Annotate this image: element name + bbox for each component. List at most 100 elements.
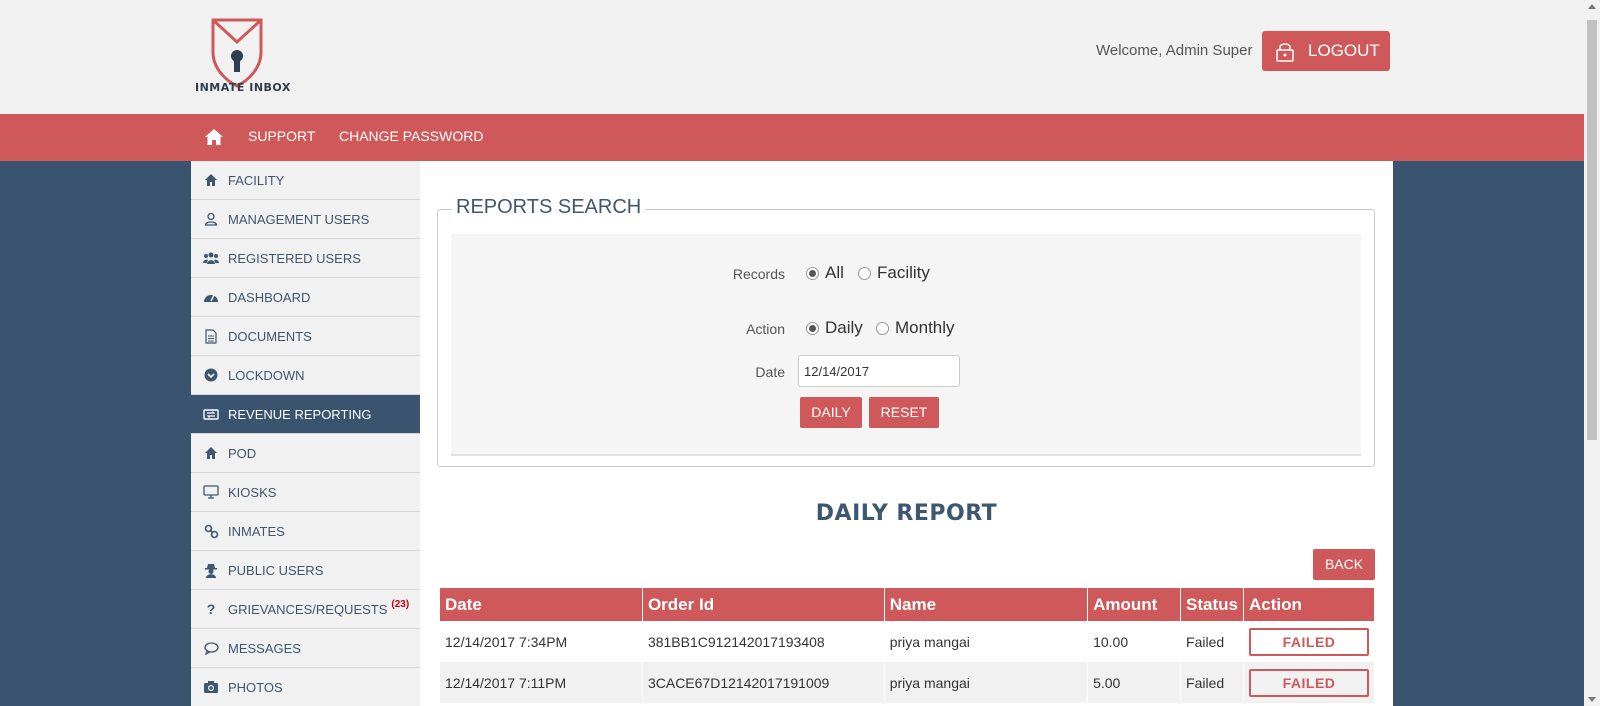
cell-amount: 10.00 [1087, 621, 1182, 662]
logout-button[interactable]: LOGOUT [1262, 31, 1390, 71]
sidebar-item-label: DASHBOARD [228, 289, 311, 305]
records-label: Records [732, 266, 785, 282]
radio-label: Facility [877, 263, 930, 282]
sidebar-item-label: GRIEVANCES/REQUESTS [228, 601, 388, 617]
sidebar-item-label: LOCKDOWN [228, 367, 305, 383]
logo-text: INMATE INBOX [195, 81, 291, 94]
sidebar-item-kiosks[interactable]: KIOSKS [191, 473, 420, 512]
date-input[interactable] [798, 355, 960, 387]
sidebar-item-label: REGISTERED USERS [228, 250, 361, 266]
link-icon [203, 523, 219, 539]
user-icon [203, 211, 219, 227]
sidebar-item-label: MANAGEMENT USERS [228, 211, 370, 227]
count-badge: (23) [391, 598, 410, 610]
column-header-name[interactable]: Name [884, 588, 1089, 621]
radio-label: Monthly [895, 318, 955, 337]
sidebar-item-management-users[interactable]: MANAGEMENT USERS [191, 200, 420, 239]
action-daily-radio[interactable]: Daily [806, 318, 863, 338]
cell-name: priya mangai [884, 621, 1089, 662]
monitor-icon [203, 484, 219, 500]
radio-dot [806, 321, 819, 335]
sidebar-item-inmates[interactable]: INMATES [191, 512, 420, 551]
document-icon [203, 328, 219, 344]
chevron-circle-icon [203, 367, 219, 383]
chat-icon [203, 640, 219, 656]
radio-dot [876, 321, 889, 335]
radio-dot [858, 266, 871, 280]
user-secret-icon [203, 562, 219, 578]
column-header-status[interactable]: Status [1180, 588, 1244, 621]
home-icon[interactable] [203, 126, 225, 148]
sidebar-item-facility[interactable]: FACILITY [191, 161, 420, 200]
sidebar-item-label: FACILITY [228, 172, 285, 188]
cell-action: FAILED [1243, 621, 1375, 662]
sidebar-item-dashboard[interactable]: DASHBOARD [191, 278, 420, 317]
scroll-thumb[interactable] [1587, 20, 1597, 440]
reports-search-legend: REPORTS SEARCH [452, 196, 646, 219]
column-header-order-id[interactable]: Order Id [642, 588, 885, 621]
cell-date: 12/14/2017 7:11PM [440, 662, 643, 703]
exchange-icon [203, 406, 219, 422]
sidebar-item-grievances-requests[interactable]: ? GRIEVANCES/REQUESTS (23) [191, 590, 420, 629]
sidebar-item-label: MESSAGES [228, 640, 301, 656]
sidebar-item-pod[interactable]: POD [191, 434, 420, 473]
records-facility-radio[interactable]: Facility [858, 263, 930, 283]
lock-icon [1276, 43, 1294, 62]
sidebar-item-label: KIOSKS [228, 484, 277, 500]
main-content: REPORTS SEARCH Records All Facility Acti… [420, 161, 1393, 706]
sidebar-item-registered-users[interactable]: REGISTERED USERS [191, 239, 420, 278]
failed-button[interactable]: FAILED [1249, 627, 1369, 656]
sidebar-item-label: REVENUE REPORTING [228, 406, 372, 422]
dashboard-icon [203, 289, 219, 305]
home-icon [203, 445, 219, 461]
column-header-action[interactable]: Action [1243, 588, 1375, 621]
home-icon [203, 172, 219, 188]
cell-status: Failed [1180, 621, 1244, 662]
failed-button[interactable]: FAILED [1249, 668, 1369, 697]
column-header-amount[interactable]: Amount [1087, 588, 1182, 621]
cell-date: 12/14/2017 7:34PM [440, 621, 643, 662]
sidebar-item-lockdown[interactable]: LOCKDOWN [191, 356, 420, 395]
report-table: Date Order Id Name Amount Status Action … [440, 588, 1375, 703]
report-title: DAILY REPORT [815, 501, 998, 526]
welcome-text: Welcome, Admin Super [1096, 42, 1253, 59]
nav-support-link[interactable]: SUPPORT [248, 128, 315, 144]
cell-amount: 5.00 [1087, 662, 1182, 703]
sidebar-item-documents[interactable]: DOCUMENTS [191, 317, 420, 356]
sidebar: FACILITY MANAGEMENT USERS REGISTERED USE… [191, 161, 420, 706]
sidebar-item-revenue-reporting[interactable]: REVENUE REPORTING [191, 395, 420, 434]
sidebar-item-label: INMATES [228, 523, 285, 539]
sidebar-item-label: DOCUMENTS [228, 328, 312, 344]
nav-change-password-link[interactable]: CHANGE PASSWORD [339, 128, 483, 144]
radio-label: Daily [825, 318, 863, 337]
sidebar-item-label: PUBLIC USERS [228, 562, 324, 578]
column-header-date[interactable]: Date [440, 588, 643, 621]
question-icon: ? [206, 601, 216, 617]
records-all-radio[interactable]: All [806, 263, 844, 283]
scroll-up-arrow-icon[interactable] [1588, 4, 1596, 9]
action-monthly-radio[interactable]: Monthly [876, 318, 955, 338]
sidebar-item-label: PHOTOS [228, 679, 283, 695]
top-navbar: SUPPORT CHANGE PASSWORD [0, 114, 1584, 161]
cell-status: Failed [1180, 662, 1244, 703]
sidebar-item-label: POD [228, 445, 257, 461]
sidebar-item-messages[interactable]: MESSAGES [191, 629, 420, 668]
scroll-down-arrow-icon[interactable] [1588, 697, 1596, 702]
daily-button[interactable]: DAILY [800, 397, 862, 428]
reset-button[interactable]: RESET [869, 397, 939, 428]
cell-order-id: 381BB1C912142017193408 [642, 621, 885, 662]
sidebar-item-public-users[interactable]: PUBLIC USERS [191, 551, 420, 590]
back-button[interactable]: BACK [1313, 549, 1375, 580]
page-scrollbar[interactable] [1584, 0, 1600, 706]
action-label: Action [746, 321, 785, 337]
table-row: 12/14/2017 7:34PM 381BB1C912142017193408… [440, 621, 1375, 662]
search-form: Records All Facility Action Daily Monthl… [451, 234, 1361, 456]
sidebar-item-photos[interactable]: PHOTOS [191, 668, 420, 706]
cell-order-id: 3CACE67D12142017191009 [642, 662, 885, 703]
users-icon [203, 250, 219, 266]
reports-search-panel: REPORTS SEARCH Records All Facility Acti… [437, 196, 1375, 467]
camera-icon [203, 679, 219, 695]
cell-name: priya mangai [884, 662, 1089, 703]
cell-action: FAILED [1243, 662, 1375, 703]
radio-dot [806, 266, 819, 280]
